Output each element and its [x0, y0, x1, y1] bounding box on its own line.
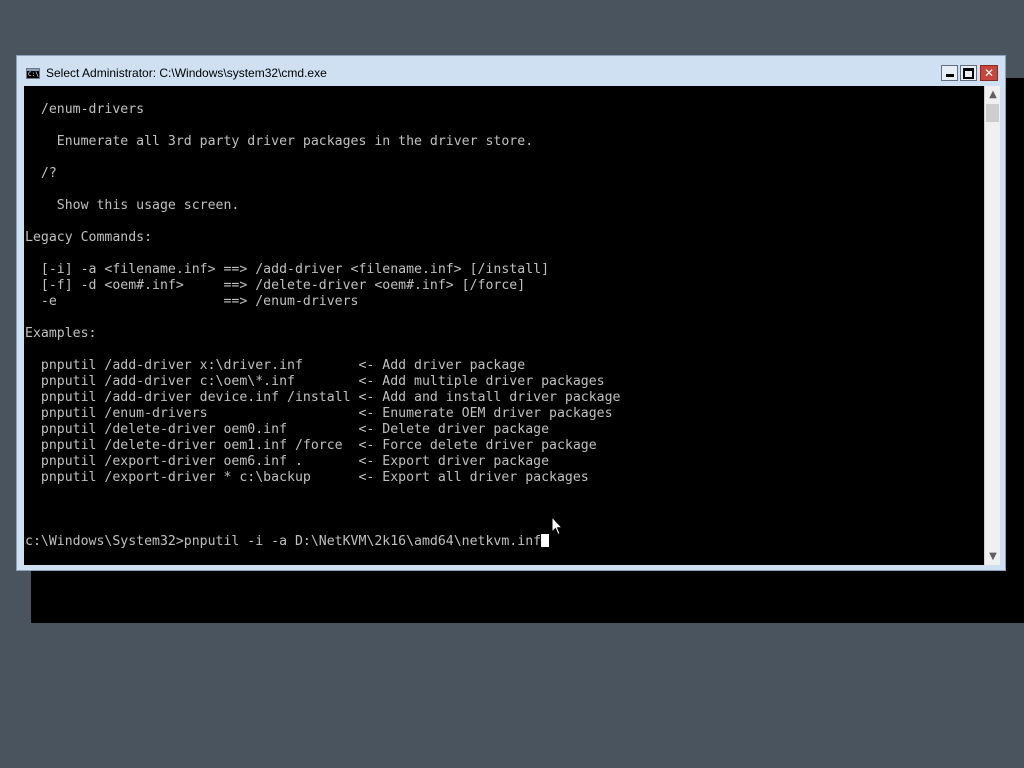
console-line: Legacy Commands:	[25, 230, 153, 245]
minimize-icon	[945, 74, 954, 77]
console-line: pnputil /add-driver x:\driver.inf <- Add…	[40, 358, 526, 373]
console-history: /enum-drivers Enumerate all 3rd party dr…	[25, 102, 620, 485]
cmd-icon-glyph: C:\	[28, 71, 39, 78]
scroll-down-arrow-icon[interactable]: ▼	[985, 548, 1001, 565]
console-line: pnputil /export-driver * c:\backup <- Ex…	[40, 470, 589, 485]
cmd-window[interactable]: C:\ Select Administrator: C:\Windows\sys…	[16, 55, 1006, 571]
console-line: [-i] -a <filename.inf> ==> /add-driver <…	[40, 262, 550, 277]
console-line: pnputil /enum-drivers <- Enumerate OEM d…	[40, 406, 613, 421]
console-line: -e ==> /enum-drivers	[40, 294, 359, 309]
console-line: pnputil /add-driver device.inf /install …	[40, 390, 621, 405]
window-title: Select Administrator: C:\Windows\system3…	[46, 66, 327, 80]
maximize-icon	[963, 67, 974, 79]
scroll-up-arrow-icon[interactable]: ▲	[985, 86, 1001, 103]
console-line: pnputil /export-driver oem6.inf . <- Exp…	[40, 454, 550, 469]
minimize-button[interactable]	[941, 65, 958, 81]
console-text: /enum-drivers Enumerate all 3rd party dr…	[24, 102, 620, 550]
console-line: Examples:	[25, 326, 97, 341]
vertical-scrollbar[interactable]: ▲ ▼	[984, 86, 1000, 565]
close-button[interactable]: ✕	[980, 65, 998, 81]
console-line: pnputil /delete-driver oem1.inf /force <…	[40, 438, 597, 453]
maximize-button[interactable]	[960, 65, 977, 81]
prompt-line: c:\Windows\System32>pnputil -i -a D:\Net…	[25, 534, 542, 549]
console-line: /enum-drivers	[40, 102, 145, 117]
console-line: pnputil /add-driver c:\oem\*.inf <- Add …	[40, 374, 605, 389]
text-cursor	[541, 534, 550, 547]
mouse-pointer-icon	[551, 516, 563, 536]
close-icon: ✕	[983, 66, 995, 80]
console-line: Show this usage screen.	[56, 198, 240, 213]
cmd-icon[interactable]: C:\	[26, 68, 40, 79]
console-line: pnputil /delete-driver oem0.inf <- Delet…	[40, 422, 550, 437]
console-line: Enumerate all 3rd party driver packages …	[56, 134, 534, 149]
console-line: [-f] -d <oem#.inf> ==> /delete-driver <o…	[40, 278, 526, 293]
title-bar[interactable]: C:\ Select Administrator: C:\Windows\sys…	[17, 56, 1005, 86]
console-output[interactable]: /enum-drivers Enumerate all 3rd party dr…	[24, 86, 984, 565]
console-line: /?	[40, 166, 57, 181]
scrollbar-thumb[interactable]	[986, 104, 999, 122]
